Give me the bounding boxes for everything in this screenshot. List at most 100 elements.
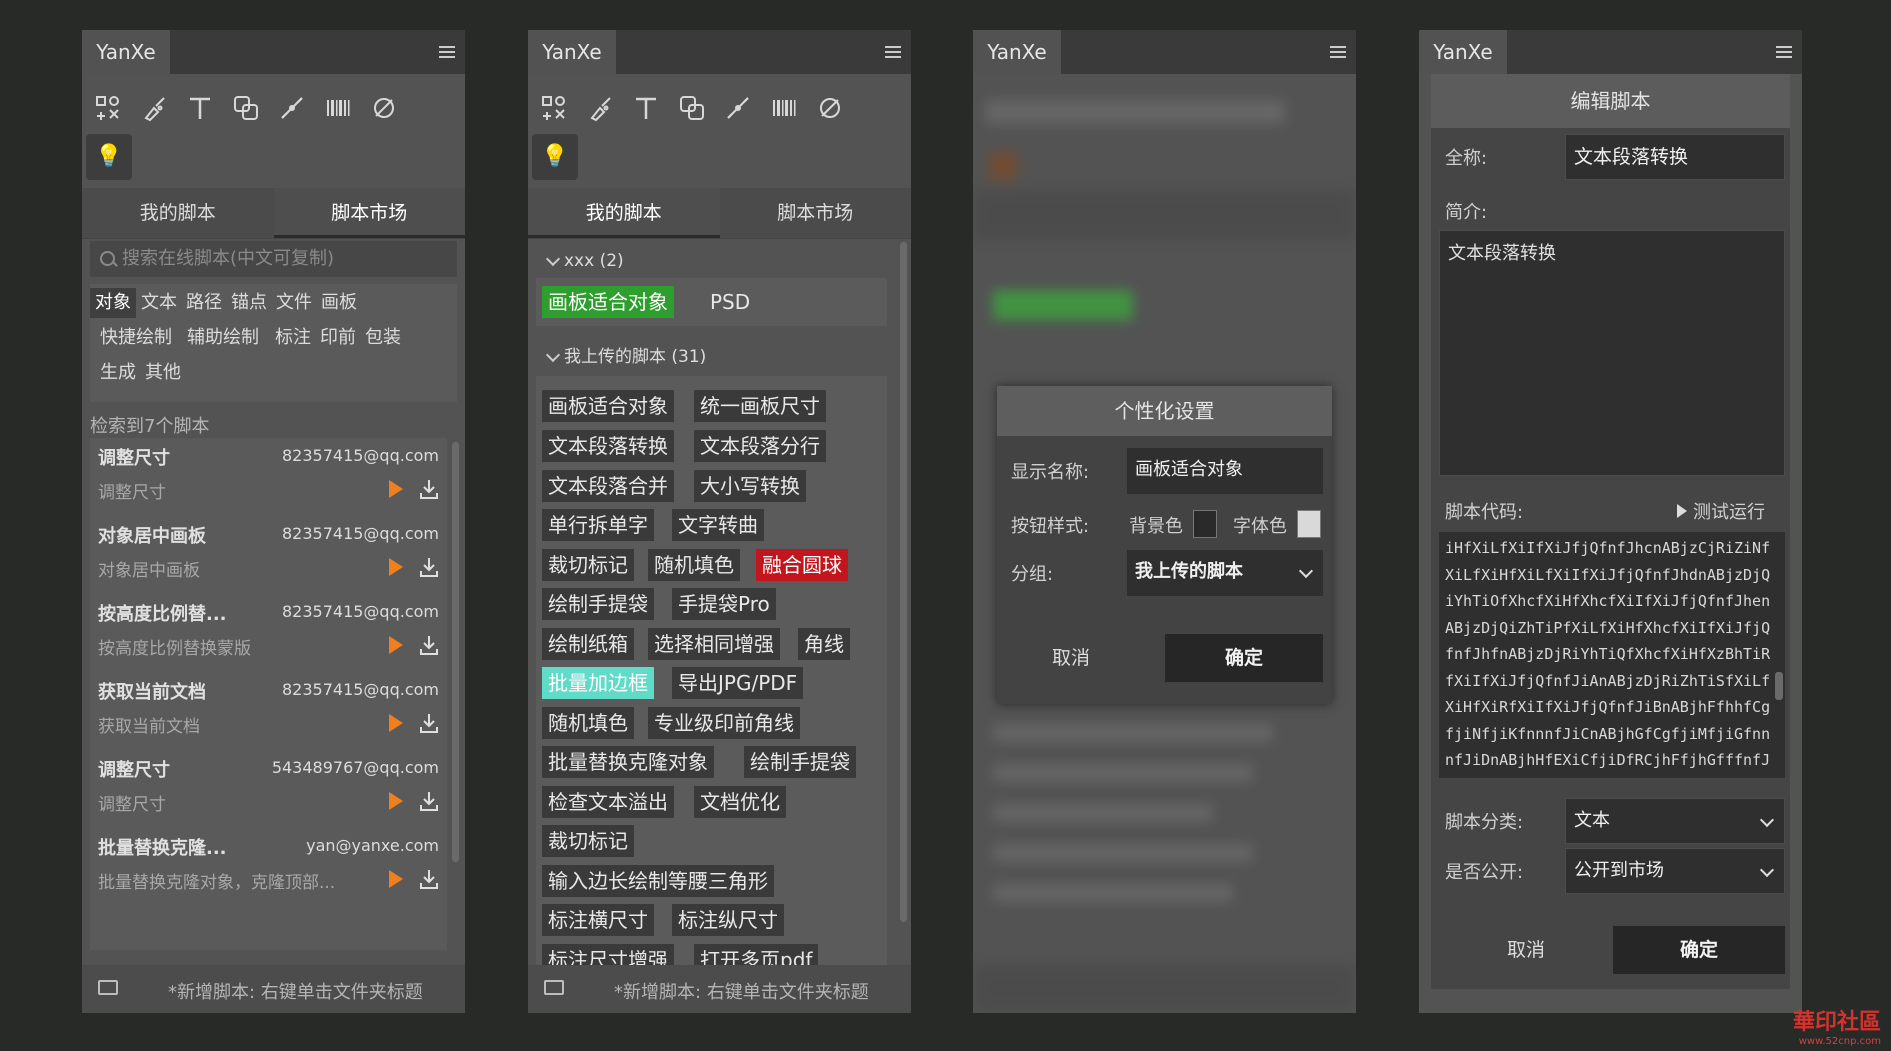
script-button[interactable]: 文字转曲: [672, 509, 764, 541]
group-header[interactable]: xxx (2): [536, 244, 887, 278]
cancel-button[interactable]: 取消: [1011, 634, 1131, 682]
script-button[interactable]: 输入边长绘制等腰三角形: [542, 865, 774, 897]
hide-tool-icon[interactable]: [812, 90, 848, 126]
play-icon[interactable]: [389, 480, 403, 498]
measure-tool-icon[interactable]: [274, 90, 310, 126]
panel-title-tab[interactable]: YanXe: [528, 30, 616, 74]
tab-market[interactable]: 脚本市场: [720, 188, 912, 238]
shape-tool-icon[interactable]: [674, 90, 710, 126]
group-select[interactable]: 我上传的脚本: [1127, 550, 1323, 596]
category-chip[interactable]: 辅助绘制: [182, 323, 264, 353]
panel-title-tab[interactable]: YanXe: [82, 30, 170, 74]
category-chip[interactable]: 快捷绘制: [95, 323, 177, 353]
code-scrollbar[interactable]: [1775, 672, 1783, 700]
group-header[interactable]: 我上传的脚本 (31): [536, 340, 887, 374]
public-select[interactable]: 公开到市场: [1565, 848, 1785, 894]
script-button[interactable]: 融合圆球: [756, 549, 848, 581]
category-chip[interactable]: 对象: [90, 288, 136, 318]
panel-title-tab[interactable]: YanXe: [973, 30, 1061, 74]
object-tool-icon[interactable]: [536, 90, 572, 126]
fg-color-swatch[interactable]: [1297, 510, 1321, 538]
text-tool-icon[interactable]: [628, 90, 664, 126]
script-button[interactable]: 专业级印前角线: [648, 707, 800, 739]
script-button[interactable]: 文本段落转换: [542, 430, 674, 462]
brush-tool-icon[interactable]: [136, 90, 172, 126]
list-item[interactable]: 调整尺寸 543489767@qq.com 调整尺寸: [90, 750, 447, 828]
category-chip[interactable]: 文件: [271, 288, 317, 318]
script-button[interactable]: 标注横尺寸: [542, 904, 654, 936]
category-select[interactable]: 文本: [1565, 798, 1785, 844]
menu-icon[interactable]: [439, 46, 455, 58]
shape-tool-icon[interactable]: [228, 90, 264, 126]
category-chip[interactable]: 生成: [95, 358, 141, 388]
list-item[interactable]: 对象居中画板 82357415@qq.com 对象居中画板: [90, 516, 447, 594]
play-icon[interactable]: [389, 870, 403, 888]
script-button[interactable]: 单行拆单字: [542, 509, 654, 541]
intro-textarea[interactable]: 文本段落转换: [1439, 230, 1785, 476]
list-scrollbar[interactable]: [900, 242, 907, 922]
object-tool-icon[interactable]: [90, 90, 126, 126]
folder-add-icon[interactable]: [98, 980, 118, 995]
script-button[interactable]: 导出JPG/PDF: [672, 667, 804, 699]
category-chip[interactable]: 锚点: [226, 288, 272, 318]
display-name-input[interactable]: 画板适合对象: [1127, 448, 1323, 494]
bulb-icon[interactable]: 💡: [86, 134, 132, 180]
list-item[interactable]: 获取当前文档 82357415@qq.com 获取当前文档: [90, 672, 447, 750]
menu-icon[interactable]: [1330, 46, 1346, 58]
list-scrollbar[interactable]: [452, 442, 459, 862]
category-chip[interactable]: 路径: [181, 288, 227, 318]
play-icon[interactable]: [389, 558, 403, 576]
script-button[interactable]: 绘制手提袋: [542, 588, 654, 620]
script-button[interactable]: 文本段落合并: [542, 470, 674, 502]
script-button[interactable]: 批量替换克隆对象: [542, 746, 714, 778]
script-button[interactable]: 画板适合对象: [542, 286, 674, 318]
download-icon[interactable]: [419, 712, 439, 734]
panel-title-tab[interactable]: YanXe: [1419, 30, 1507, 74]
script-button[interactable]: 标注纵尺寸: [672, 904, 784, 936]
tab-market[interactable]: 脚本市场: [273, 188, 465, 238]
bulb-icon[interactable]: 💡: [532, 134, 578, 180]
bg-color-swatch[interactable]: [1193, 510, 1217, 538]
script-button[interactable]: 检查文本溢出: [542, 786, 674, 818]
ok-button[interactable]: 确定: [1613, 926, 1785, 974]
ok-button[interactable]: 确定: [1165, 634, 1323, 682]
play-icon[interactable]: [389, 636, 403, 654]
download-icon[interactable]: [419, 478, 439, 500]
script-button[interactable]: 绘制手提袋: [744, 746, 856, 778]
script-button[interactable]: 文档优化: [694, 786, 786, 818]
barcode-tool-icon[interactable]: [320, 90, 356, 126]
script-button[interactable]: 裁切标记: [542, 549, 634, 581]
script-button[interactable]: 选择相同增强: [648, 628, 780, 660]
script-button[interactable]: 随机填色: [542, 707, 634, 739]
category-chip[interactable]: 印前: [315, 323, 361, 353]
script-button[interactable]: 裁切标记: [542, 825, 634, 857]
script-button[interactable]: 绘制纸箱: [542, 628, 634, 660]
folder-add-icon[interactable]: [544, 980, 564, 995]
download-icon[interactable]: [419, 790, 439, 812]
measure-tool-icon[interactable]: [720, 90, 756, 126]
download-icon[interactable]: [419, 634, 439, 656]
code-editor[interactable]: iHfXiLfXiIfXiJfjQfnfJhcnABjzCjRiZiNfXiLf…: [1439, 532, 1785, 778]
script-button[interactable]: PSD: [704, 286, 756, 318]
menu-icon[interactable]: [885, 46, 901, 58]
hide-tool-icon[interactable]: [366, 90, 402, 126]
list-item[interactable]: 批量替换克隆... yan@yanxe.com 批量替换克隆对象，克隆顶部...: [90, 828, 447, 906]
script-button[interactable]: 画板适合对象: [542, 390, 674, 422]
list-item[interactable]: 按高度比例替... 82357415@qq.com 按高度比例替换蒙版: [90, 594, 447, 672]
script-button[interactable]: 随机填色: [648, 549, 740, 581]
category-chip[interactable]: 文本: [136, 288, 182, 318]
test-run-button[interactable]: 测试运行: [1677, 498, 1765, 524]
tab-my-scripts[interactable]: 我的脚本: [528, 188, 720, 238]
download-icon[interactable]: [419, 868, 439, 890]
search-input[interactable]: 搜索在线脚本(中文可复制): [90, 241, 457, 277]
script-button[interactable]: 批量加边框: [542, 667, 654, 699]
category-chip[interactable]: 标注: [270, 323, 316, 353]
script-button[interactable]: 角线: [798, 628, 850, 660]
menu-icon[interactable]: [1776, 46, 1792, 58]
barcode-tool-icon[interactable]: [766, 90, 802, 126]
download-icon[interactable]: [419, 556, 439, 578]
tab-my-scripts[interactable]: 我的脚本: [82, 188, 274, 238]
full-name-input[interactable]: 文本段落转换: [1565, 134, 1785, 180]
script-button[interactable]: 大小写转换: [694, 470, 806, 502]
category-chip[interactable]: 其他: [140, 358, 186, 388]
